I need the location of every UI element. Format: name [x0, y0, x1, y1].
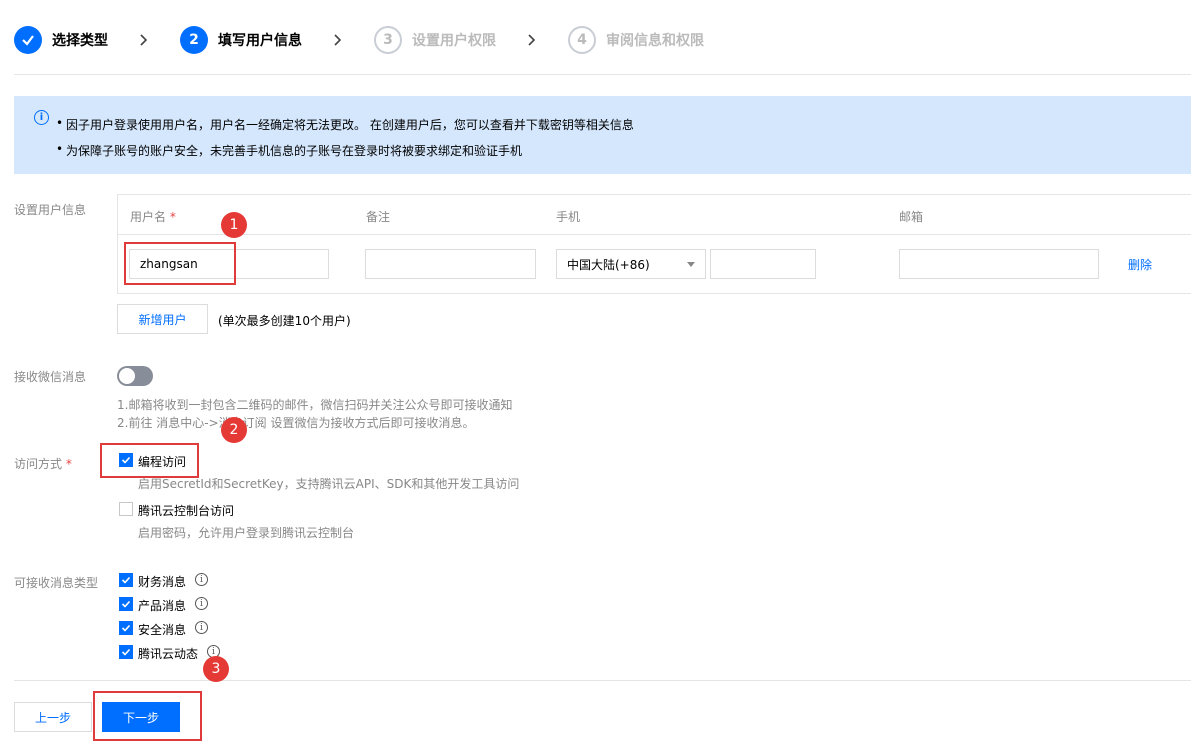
finance-message-label[interactable]: 财务消息	[138, 573, 186, 590]
chevron-right-icon	[526, 34, 538, 46]
step-number: 4	[568, 26, 596, 54]
step-label: 选择类型	[52, 33, 108, 49]
wechat-label: 接收微信消息	[14, 370, 87, 384]
user-info-label: 设置用户信息	[14, 203, 87, 217]
column-phone: 手机	[556, 210, 581, 224]
step-fill-user-info: 2 填写用户信息	[180, 26, 302, 54]
caret-down-icon	[687, 262, 695, 267]
wechat-note: 2.前往 消息中心->消息订阅 设置微信为接收方式后即可接收消息。	[117, 416, 475, 430]
access-label: 访问方式 *	[14, 457, 72, 471]
step-number: 3	[374, 26, 402, 54]
check-icon	[14, 26, 42, 54]
product-message-label[interactable]: 产品消息	[138, 597, 186, 614]
prev-step-button[interactable]: 上一步	[14, 702, 92, 732]
column-email: 邮箱	[899, 210, 924, 224]
info-icon[interactable]: i	[195, 597, 208, 610]
check-icon	[121, 576, 131, 584]
console-access-checkbox[interactable]	[119, 502, 133, 516]
phone-region-select[interactable]: 中国大陆(+86)	[556, 249, 706, 279]
chevron-right-icon	[332, 34, 344, 46]
cloud-news-label[interactable]: 腾讯云动态	[138, 645, 198, 662]
highlight-box	[100, 443, 199, 478]
divider	[14, 680, 1191, 681]
step-set-permissions: 3 设置用户权限	[374, 26, 496, 54]
annotation-marker: 1	[221, 212, 247, 238]
step-select-type: 选择类型	[14, 26, 108, 54]
add-user-hint: (单次最多创建10个用户)	[218, 314, 351, 328]
step-label: 审阅信息和权限	[606, 33, 704, 49]
cloud-news-checkbox[interactable]	[119, 645, 133, 659]
info-icon: i	[34, 110, 49, 125]
info-banner: i 因子用户登录使用用户名，用户名一经确定将无法更改。 在创建用户后，您可以查看…	[14, 96, 1191, 174]
console-access-desc: 启用密码，允许用户登录到腾讯云控制台	[138, 526, 355, 540]
phone-region-value: 中国大陆(+86)	[567, 257, 650, 272]
wechat-note: 1.邮箱将收到一封包含二维码的邮件，微信扫码并关注公众号即可接收通知	[117, 398, 513, 412]
annotation-marker: 3	[203, 656, 229, 682]
wechat-toggle[interactable]	[117, 366, 153, 386]
info-line: 因子用户登录使用用户名，用户名一经确定将无法更改。 在创建用户后，您可以查看并下…	[56, 116, 634, 133]
step-number: 2	[180, 26, 208, 54]
add-user-button[interactable]: 新增用户	[117, 304, 208, 334]
phone-input[interactable]	[710, 249, 816, 279]
check-icon	[121, 648, 131, 656]
column-username: 用户名 *	[130, 210, 176, 224]
security-message-checkbox[interactable]	[119, 621, 133, 635]
annotation-marker: 2	[221, 417, 247, 443]
product-message-checkbox[interactable]	[119, 597, 133, 611]
info-line: 为保障子账号的账户安全，未完善手机信息的子账号在登录时将被要求绑定和验证手机	[56, 142, 522, 159]
security-message-label[interactable]: 安全消息	[138, 621, 186, 638]
user-table: 用户名 * 备注 手机 邮箱 zhangsan 中国大陆(+86) 删除	[117, 194, 1191, 294]
remark-input[interactable]	[365, 249, 536, 279]
check-icon	[121, 600, 131, 608]
finance-message-checkbox[interactable]	[119, 573, 133, 587]
console-access-label[interactable]: 腾讯云控制台访问	[138, 502, 234, 519]
delete-link[interactable]: 删除	[1128, 256, 1152, 273]
table-header: 用户名 * 备注 手机 邮箱	[118, 195, 1191, 235]
check-icon	[121, 624, 131, 632]
info-icon[interactable]: i	[195, 621, 208, 634]
chevron-right-icon	[138, 34, 150, 46]
divider	[14, 74, 1191, 75]
column-remark: 备注	[366, 210, 391, 224]
stepper: 选择类型 2 填写用户信息 3 设置用户权限 4 审阅信息和权限	[14, 24, 704, 56]
toggle-knob	[119, 368, 135, 384]
step-label: 设置用户权限	[412, 33, 496, 49]
highlight-box	[124, 242, 236, 285]
step-label: 填写用户信息	[218, 33, 302, 49]
highlight-box	[93, 691, 202, 741]
step-review: 4 审阅信息和权限	[568, 26, 704, 54]
message-types-label: 可接收消息类型	[14, 576, 99, 590]
table-row: zhangsan 中国大陆(+86) 删除	[118, 235, 1191, 293]
info-icon[interactable]: i	[195, 573, 208, 586]
email-input[interactable]	[899, 249, 1099, 279]
